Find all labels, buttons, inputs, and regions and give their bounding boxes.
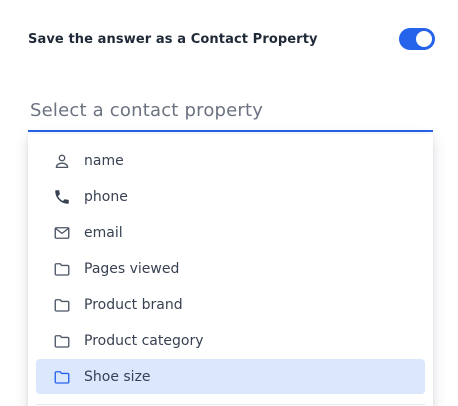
- option-label: phone: [84, 188, 128, 205]
- folder-icon: [52, 367, 72, 387]
- option-label: Pages viewed: [84, 260, 180, 277]
- contact-property-panel: Save the answer as a Contact Property Se…: [0, 0, 458, 406]
- option-label: name: [84, 152, 124, 169]
- person-icon: [52, 151, 72, 171]
- folder-icon: [52, 295, 72, 315]
- contact-property-select[interactable]: Select a contact property: [28, 90, 433, 132]
- save-as-property-row: Save the answer as a Contact Property: [28, 24, 435, 54]
- option-label: email: [84, 224, 123, 241]
- option-name[interactable]: name: [36, 143, 425, 178]
- save-as-property-label: Save the answer as a Contact Property: [28, 31, 318, 47]
- option-shoe-size[interactable]: Shoe size: [36, 359, 425, 394]
- option-label: Product brand: [84, 296, 183, 313]
- option-label: Shoe size: [84, 368, 151, 385]
- select-placeholder: Select a contact property: [30, 99, 264, 121]
- folder-icon: [52, 259, 72, 279]
- toggle-knob: [416, 31, 432, 47]
- option-product-brand[interactable]: Product brand: [36, 287, 425, 322]
- option-label: Product category: [84, 332, 204, 349]
- option-pages-viewed[interactable]: Pages viewed: [36, 251, 425, 286]
- option-phone[interactable]: phone: [36, 179, 425, 214]
- option-product-category[interactable]: Product category: [36, 323, 425, 358]
- save-as-property-toggle[interactable]: [399, 28, 435, 50]
- mail-icon: [52, 223, 72, 243]
- phone-icon: [52, 187, 72, 207]
- folder-icon: [52, 331, 72, 351]
- contact-property-dropdown: name phone email Pages viewed Product br…: [28, 134, 433, 406]
- option-email[interactable]: email: [36, 215, 425, 250]
- dropdown-divider: [36, 404, 425, 405]
